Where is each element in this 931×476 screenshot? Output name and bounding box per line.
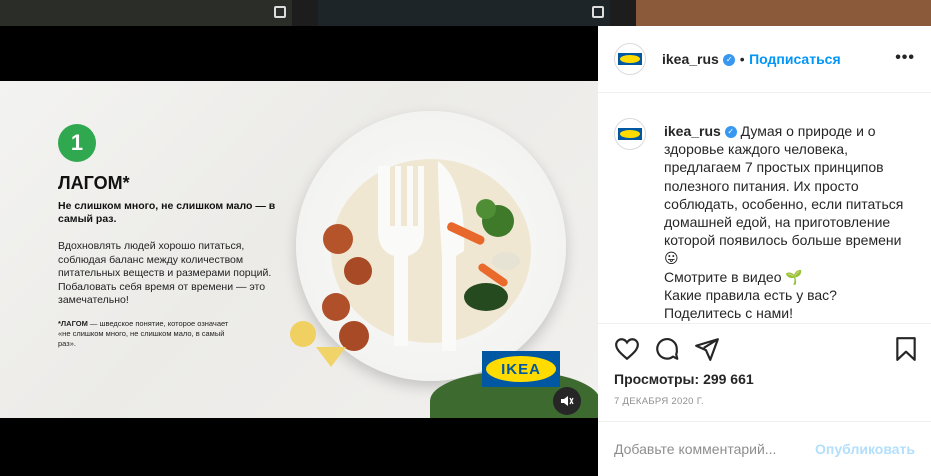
post-caption: ikea_rus ✓ Думая о природе и о здоровье … <box>664 122 914 322</box>
comment-input[interactable]: Добавьте комментарий... <box>614 441 776 457</box>
multi-image-icon <box>274 6 286 18</box>
comment-bar: Добавьте комментарий... Опубликовать <box>598 421 931 476</box>
speaker-muted-icon <box>561 396 574 406</box>
mute-button[interactable] <box>553 387 581 415</box>
caption-area: ikea_rus ✓ Думая о природе и о здоровье … <box>598 93 931 324</box>
caption-line-share: Поделитесь с нами! <box>664 305 793 322</box>
post-date[interactable]: 7 ДЕКАБРЯ 2020 Г. <box>614 396 704 407</box>
tongue-emoji: 😛 <box>664 250 679 267</box>
slide-footnote: *ЛАГОМ — шведское понятие, которое означ… <box>58 319 238 349</box>
ikea-logo: IKEA <box>482 351 560 387</box>
views-value: 299 661 <box>703 371 754 387</box>
slide-subtitle: Не слишком много, не слишком мало — в са… <box>58 200 276 225</box>
action-bar <box>598 324 931 374</box>
header-username[interactable]: ikea_rus <box>662 51 719 67</box>
publish-button[interactable]: Опубликовать <box>815 441 915 457</box>
background-thumbnail <box>636 0 931 26</box>
slide-body: Вдохновлять людей хорошо питаться, соблю… <box>58 240 272 306</box>
save-bookmark-icon[interactable] <box>893 336 919 362</box>
plate-food-illustration <box>316 159 531 367</box>
video-frame[interactable]: 1 ЛАГОМ* Не слишком много, не слишком ма… <box>0 81 598 418</box>
ikea-logo-text: IKEA <box>501 360 541 378</box>
lemon-slice-image <box>290 321 316 347</box>
seedling-emoji: 🌱 <box>785 268 803 285</box>
caption-username[interactable]: ikea_rus <box>664 123 721 139</box>
follow-button[interactable]: Подписаться <box>749 51 841 67</box>
more-options-icon[interactable]: ••• <box>895 49 915 67</box>
view-count: Просмотры: 299 661 <box>614 371 754 387</box>
post-header: ikea_rus ✓ • Подписаться ••• <box>598 26 931 93</box>
avatar[interactable] <box>614 118 646 150</box>
background-thumbnail <box>0 0 292 26</box>
header-user-line: ikea_rus ✓ • Подписаться <box>662 51 841 69</box>
avatar[interactable] <box>614 43 646 75</box>
separator-dot: • <box>739 51 745 67</box>
views-label: Просмотры: <box>614 371 700 387</box>
comment-icon[interactable] <box>654 336 680 362</box>
post-media[interactable]: 1 ЛАГОМ* Не слишком много, не слишком ма… <box>0 26 598 476</box>
principle-number-badge: 1 <box>58 124 96 162</box>
like-heart-icon[interactable] <box>614 336 640 362</box>
caption-line-video: Смотрите в видео <box>664 268 782 285</box>
caption-text: Думая о природе и о здоровье каждого чел… <box>664 123 904 249</box>
background-feed-strip <box>0 0 931 26</box>
verified-badge-icon: ✓ <box>724 126 737 139</box>
caption-line-question: Какие правила есть у вас? <box>664 286 837 303</box>
footnote-term: *ЛАГОМ <box>58 319 88 328</box>
slide-title: ЛАГОМ* <box>58 173 130 193</box>
multi-image-icon <box>592 6 604 18</box>
post-sidebar: ikea_rus ✓ • Подписаться ••• ikea_rus ✓ … <box>598 26 931 476</box>
food-plate-image <box>296 111 566 381</box>
verified-badge-icon: ✓ <box>723 53 736 66</box>
share-icon[interactable] <box>694 336 720 362</box>
background-thumbnail <box>318 0 610 26</box>
